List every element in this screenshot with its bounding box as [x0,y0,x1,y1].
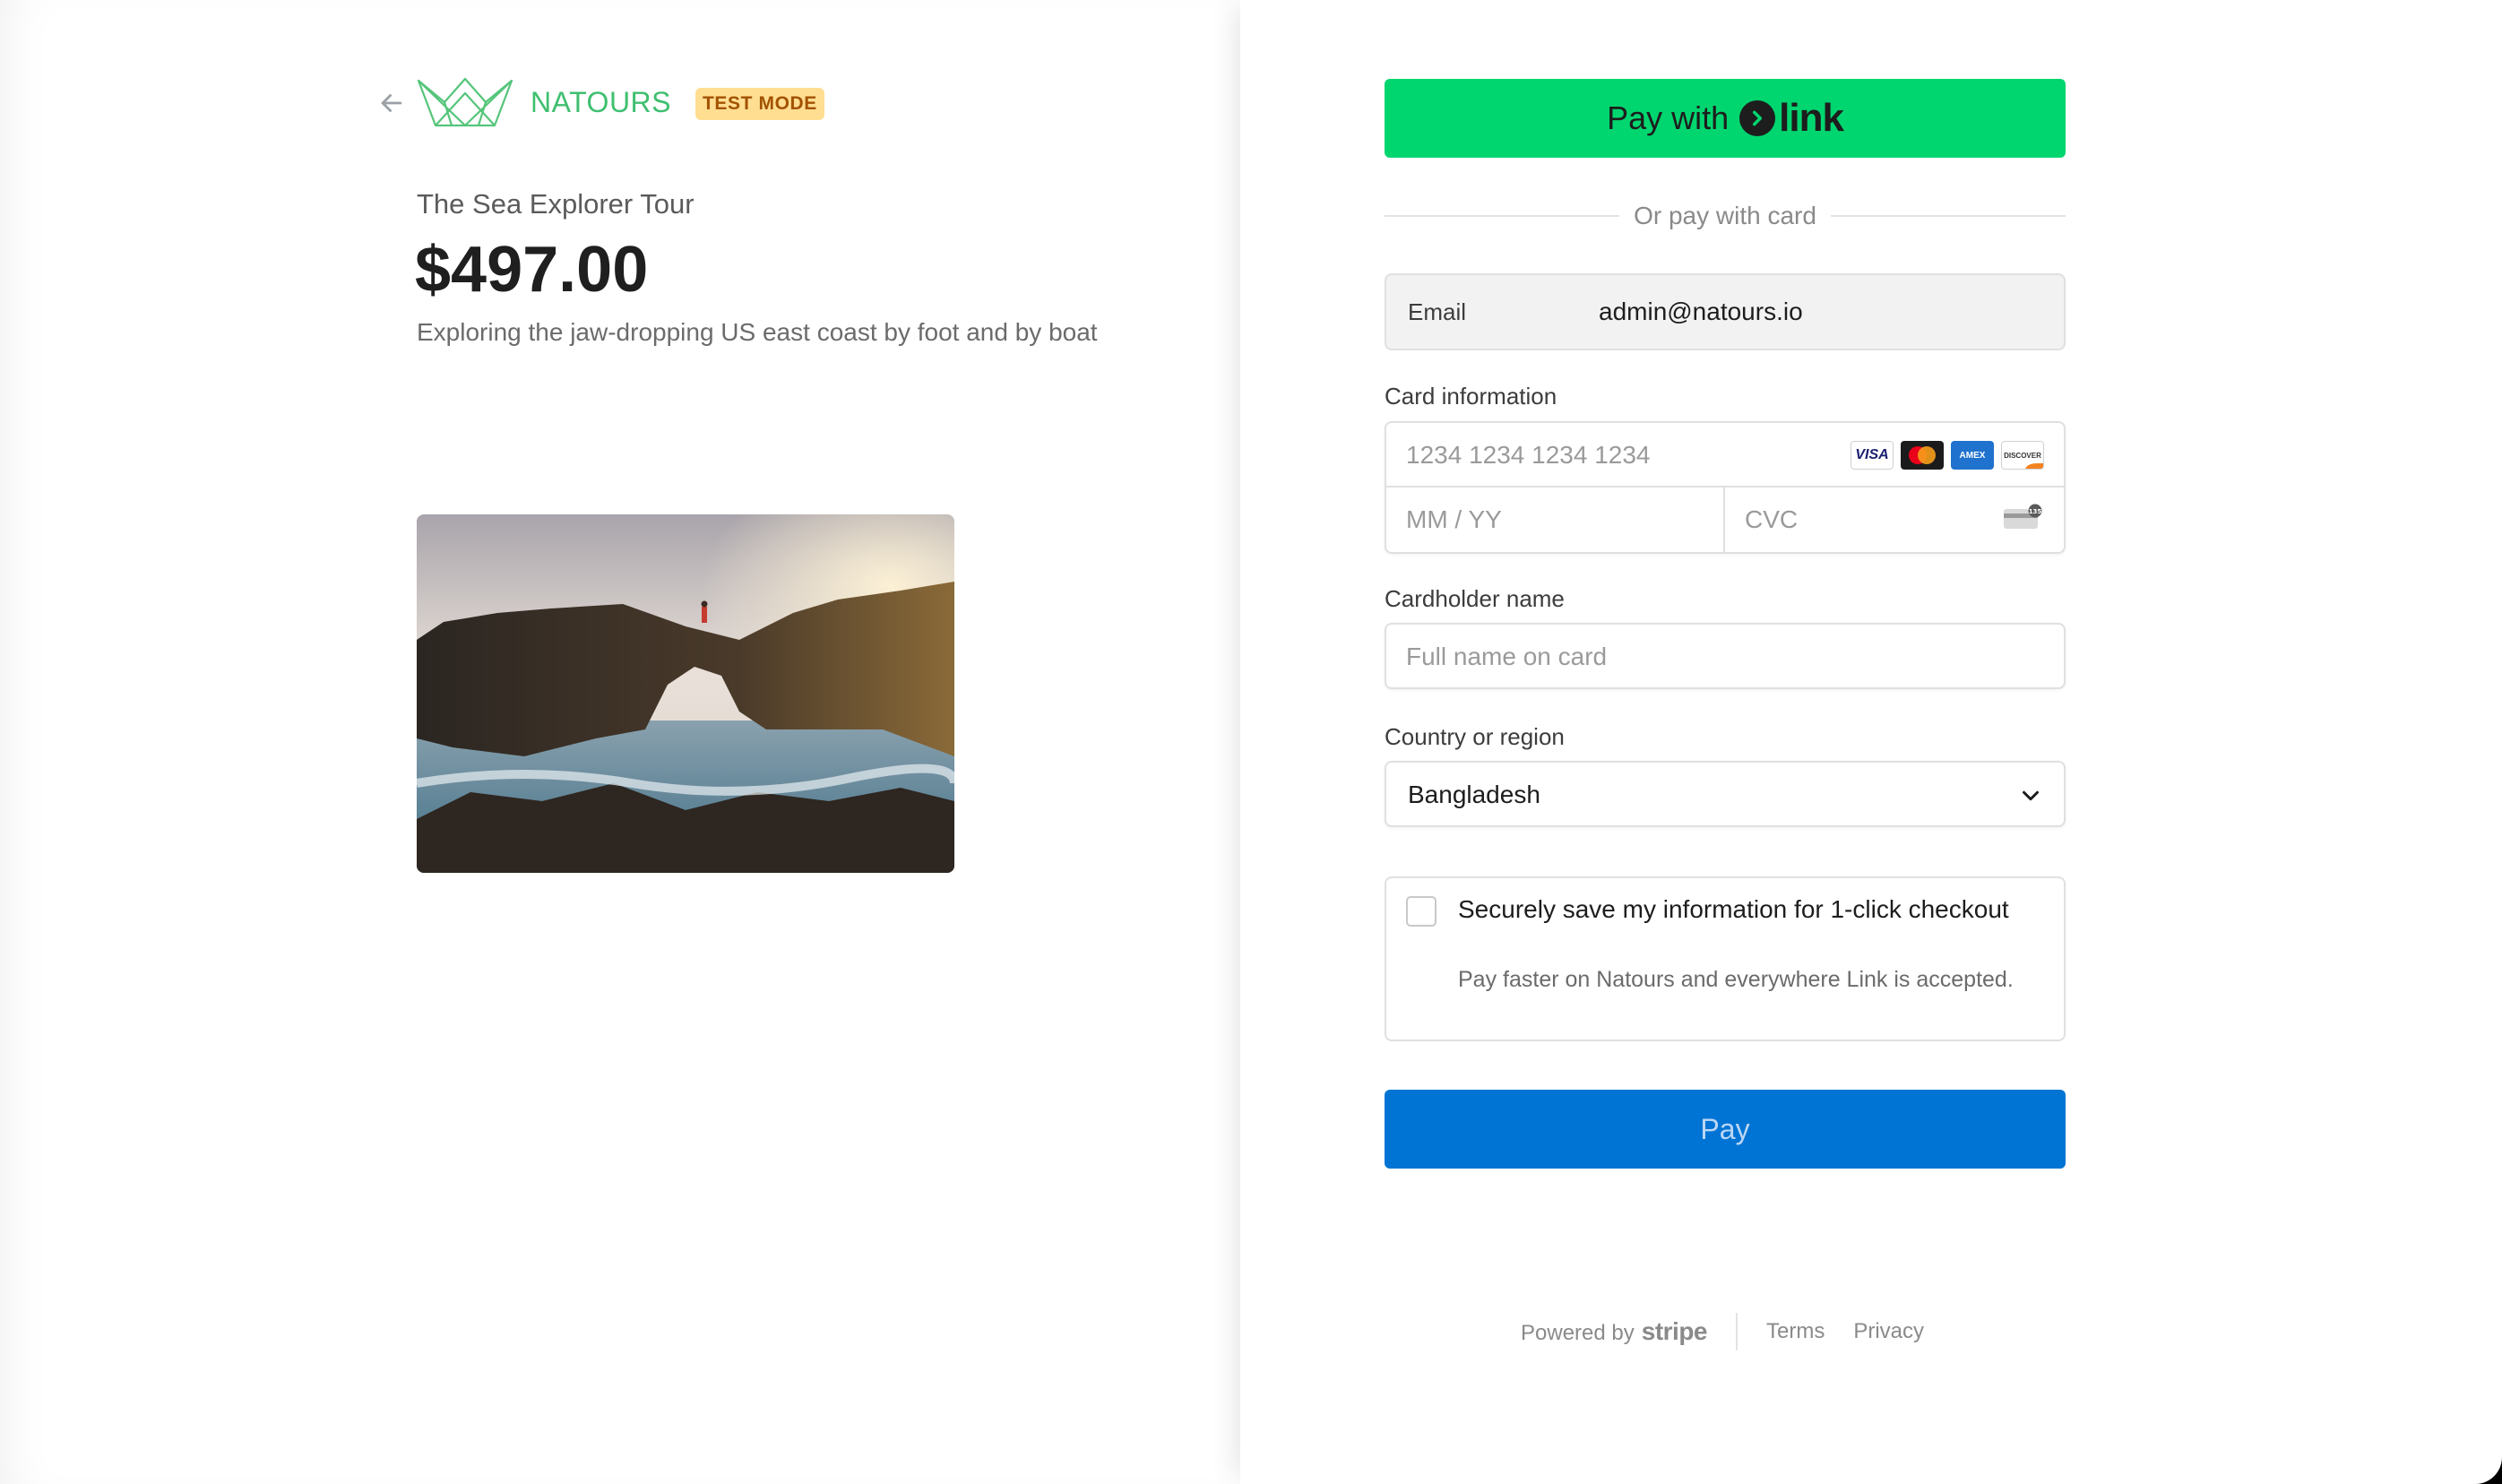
divider-text: Or pay with card [1634,202,1816,229]
card-number-row: VISA AMEX DISCOVER [1386,423,2064,487]
product-price: $497.00 [415,234,649,306]
pay-button[interactable]: Pay [1385,1090,2066,1169]
cvc-input[interactable] [1745,502,2014,538]
cardholder-name-field [1385,623,2066,689]
amex-icon: AMEX [1951,441,1994,470]
order-summary-pane: NATOURS TEST MODE The Sea Explorer Tour … [0,0,1240,1484]
stripe-logo: stripe [1641,1317,1708,1345]
expiry-input[interactable] [1406,502,1675,538]
mastercard-icon [1901,441,1944,470]
chevron-down-icon [2017,782,2044,809]
window-corner [2473,1455,2502,1484]
email-value: admin@natours.io [1599,298,1803,325]
expiry-cell [1386,487,1725,552]
product-name: The Sea Explorer Tour [417,188,695,220]
card-number-input[interactable] [1406,437,1818,473]
email-label: Email [1408,298,1467,325]
divider-line [1830,215,2066,217]
link-arrow-icon [1739,100,1776,136]
pay-with-label: Pay with [1607,99,1730,136]
country-value: Bangladesh [1408,781,1540,808]
back-arrow-icon[interactable] [376,88,407,118]
save-info-box: Securely save my information for 1-click… [1385,876,2066,1041]
svg-text:135: 135 [2029,508,2042,515]
save-info-checkbox[interactable] [1406,896,1436,927]
card-information-label: Card information [1385,383,1557,410]
or-pay-with-card-divider: Or pay with card [1385,197,2066,235]
powered-by-stripe[interactable]: Powered by stripe [1521,1317,1708,1346]
save-info-title: Securely save my information for 1-click… [1458,895,2009,923]
powered-by-label: Powered by [1521,1321,1635,1345]
brand-name: NATOURS [531,86,671,118]
divider-line [1385,215,1620,217]
footer-separator [1736,1313,1738,1350]
footer: Powered by stripe Terms Privacy [1521,1313,1953,1350]
visa-icon: VISA [1851,441,1894,470]
privacy-link[interactable]: Privacy [1853,1319,1924,1344]
cvc-card-icon: 135 [2003,504,2042,531]
pay-with-link-button[interactable]: Pay with link [1385,79,2066,158]
test-mode-badge: TEST MODE [695,88,824,120]
email-field: Email admin@natours.io [1385,273,2066,350]
natours-logo-icon [416,75,514,131]
link-logo: link [1739,96,1844,141]
discover-icon: DISCOVER [2001,441,2044,470]
cvc-cell: 135 [1725,487,2064,552]
country-label: Country or region [1385,723,1565,750]
product-image [417,514,954,873]
product-description: Exploring the jaw-dropping US east coast… [417,318,1098,346]
card-information-group: VISA AMEX DISCOVER 135 [1385,421,2066,554]
cardholder-name-label: Cardholder name [1385,585,1565,612]
terms-link[interactable]: Terms [1766,1319,1825,1344]
save-info-subtitle: Pay faster on Natours and everywhere Lin… [1458,967,2014,992]
link-logo-text: link [1779,96,1844,140]
card-brands: VISA AMEX DISCOVER [1851,441,2044,470]
cardholder-name-input[interactable] [1406,639,2033,675]
country-select[interactable]: Bangladesh [1385,761,2066,827]
